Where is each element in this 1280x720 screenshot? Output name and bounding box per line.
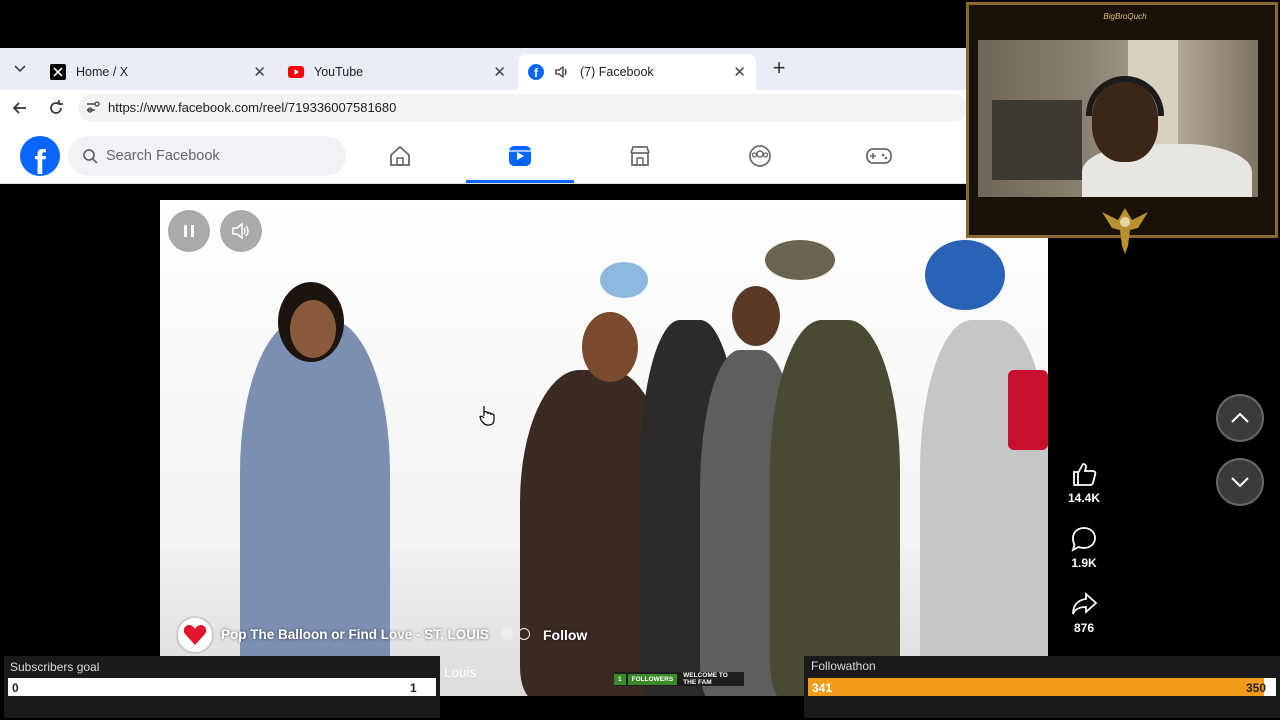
followathon-widget: Followathon 341 350 (804, 656, 1280, 718)
facebook-icon: f (528, 64, 544, 80)
marketplace-icon[interactable] (625, 141, 655, 171)
tab-label: YouTube (314, 65, 364, 79)
facebook-logo-icon[interactable]: f (20, 136, 60, 176)
browser-tab-bar: Home / X ✕ YouTube ✕ f (7) Facebook ✕ + (0, 48, 968, 90)
like-count: 14.4K (1067, 491, 1101, 505)
followathon-current: 341 (812, 681, 833, 695)
person-face (290, 300, 336, 358)
x-logo-icon (50, 64, 66, 80)
followathon-progress (808, 678, 1264, 696)
subscribers-goal-widget: Subscribers goal 0 1 (4, 656, 440, 718)
globe-icon (518, 628, 530, 640)
person-blue-cap (925, 240, 1005, 310)
previous-reel-button[interactable] (1216, 394, 1264, 442)
tab-x[interactable]: Home / X ✕ (40, 54, 276, 90)
goal-bar (8, 678, 436, 696)
groups-icon[interactable] (745, 141, 775, 171)
webcam-feed (978, 40, 1258, 197)
close-tab-icon[interactable]: ✕ (733, 63, 746, 81)
facebook-search-input[interactable]: Search Facebook (68, 136, 346, 176)
person-green-jacket (770, 320, 900, 696)
comment-icon[interactable] (1066, 521, 1102, 557)
eagle-logo-icon (1100, 202, 1150, 256)
close-tab-icon[interactable]: ✕ (493, 63, 506, 81)
reel-video[interactable] (160, 200, 1048, 696)
streamer-name: BigBroQuch (1103, 12, 1147, 21)
next-reel-button[interactable] (1216, 458, 1264, 506)
tab-facebook[interactable]: f (7) Facebook ✕ (518, 54, 756, 90)
follow-button[interactable]: Follow (543, 627, 587, 643)
tab-list-chevron-icon[interactable] (10, 59, 30, 79)
desk-shelf (992, 100, 1082, 180)
share-icon[interactable] (1066, 586, 1102, 622)
ticker-followers: FOLLOWERS (627, 673, 678, 685)
verified-badge-icon (501, 628, 513, 640)
new-tab-icon[interactable]: + (768, 57, 790, 80)
close-tab-icon[interactable]: ✕ (253, 63, 266, 81)
ticker-count: 1 (614, 673, 626, 685)
ticker-message: WELCOME TO THE FAM (683, 672, 728, 686)
followathon-target: 350 (1246, 681, 1267, 695)
page-avatar[interactable] (176, 616, 214, 654)
pause-button[interactable] (168, 210, 210, 252)
volume-button[interactable] (220, 210, 262, 252)
person-blue-cap (600, 262, 648, 298)
reels-icon[interactable] (505, 141, 535, 171)
jacket-patch (1008, 370, 1048, 450)
reload-icon[interactable] (46, 98, 66, 118)
tab-label: Home / X (76, 65, 129, 79)
speaker-icon[interactable] (554, 64, 570, 80)
home-icon[interactable] (385, 141, 415, 171)
reel-caption: Louis (444, 665, 477, 680)
share-count: 876 (1073, 621, 1095, 635)
gaming-icon[interactable] (864, 141, 894, 171)
person-face (732, 286, 780, 346)
mouse-cursor-icon (478, 404, 496, 431)
follower-ticker: 1 FOLLOWERS WELCOME TO THE FAM (614, 672, 744, 686)
page-name[interactable]: Pop The Balloon or Find Love - ST. LOUIS (221, 627, 489, 642)
goal-current: 0 (12, 681, 19, 695)
tab-label: (7) Facebook (580, 65, 654, 79)
tab-youtube[interactable]: YouTube ✕ (278, 54, 516, 90)
site-info-icon[interactable] (86, 100, 100, 114)
followathon-title: Followathon (811, 659, 876, 673)
goal-title: Subscribers goal (10, 660, 100, 674)
youtube-icon (288, 64, 304, 80)
url-text[interactable]: https://www.facebook.com/reel/7193360075… (108, 100, 396, 115)
search-icon (82, 148, 98, 164)
like-icon[interactable] (1066, 456, 1102, 492)
search-placeholder: Search Facebook (106, 148, 220, 164)
active-nav-indicator (466, 180, 574, 183)
back-icon[interactable] (10, 98, 30, 118)
person-camo-hat (765, 240, 835, 280)
goal-target: 1 (410, 681, 417, 695)
comment-count: 1.9K (1071, 556, 1097, 570)
person-face (582, 312, 638, 382)
